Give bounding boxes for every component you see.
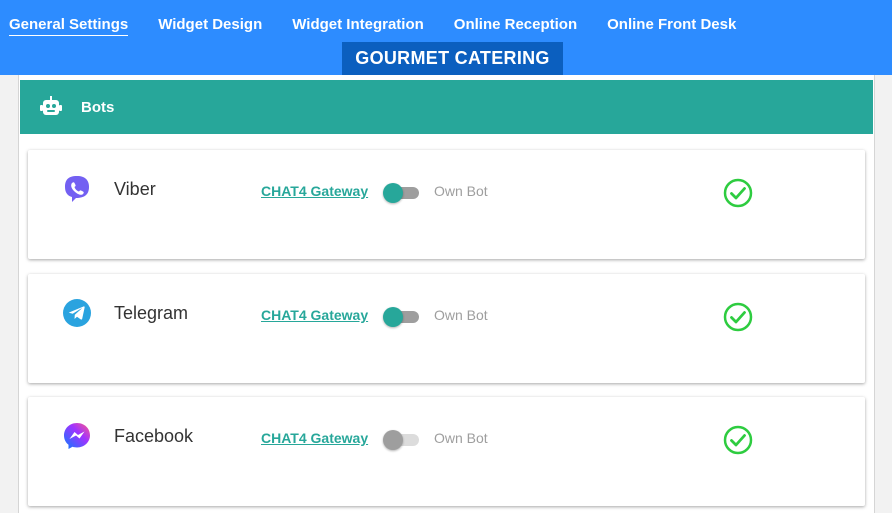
- bot-card-viber: Viber CHAT4 Gateway Own Bot: [28, 150, 865, 259]
- main-nav: General Settings Widget Design Widget In…: [0, 0, 757, 48]
- gateway-toggle[interactable]: [383, 430, 419, 450]
- nav-item-online-reception[interactable]: Online Reception: [454, 16, 577, 33]
- chat4-gateway-link[interactable]: CHAT4 Gateway: [261, 307, 368, 323]
- messenger-icon: [64, 423, 90, 449]
- viber-icon: [65, 176, 89, 202]
- bot-name: Facebook: [114, 426, 194, 446]
- bot-name: Viber: [114, 179, 156, 199]
- nav-item-widget-design[interactable]: Widget Design: [158, 16, 262, 33]
- own-bot-label: Own Bot: [434, 430, 488, 446]
- nav-item-online-front-desk[interactable]: Online Front Desk: [607, 16, 736, 33]
- bot-card-telegram: Telegram CHAT4 Gateway Own Bot: [28, 274, 865, 383]
- own-bot-label: Own Bot: [434, 183, 488, 199]
- nav-item-general-settings[interactable]: General Settings: [9, 16, 129, 36]
- nav-item-widget-integration[interactable]: Widget Integration: [292, 16, 424, 33]
- chat4-gateway-link[interactable]: CHAT4 Gateway: [261, 430, 368, 446]
- check-circle-icon: [723, 178, 753, 208]
- telegram-icon: [63, 299, 91, 327]
- section-title: Bots: [81, 98, 115, 116]
- top-navigation-bar: General Settings Widget Design Widget In…: [0, 0, 892, 75]
- bot-card-facebook: Facebook CHAT4 Gateway Own Bot: [28, 397, 865, 506]
- gateway-toggle[interactable]: [383, 183, 419, 203]
- company-name-badge: GOURMET CATERING: [342, 42, 563, 75]
- check-circle-icon: [723, 425, 753, 455]
- chat4-gateway-link[interactable]: CHAT4 Gateway: [261, 183, 368, 199]
- robot-icon: [40, 96, 62, 115]
- own-bot-label: Own Bot: [434, 307, 488, 323]
- bots-section-header: Bots: [20, 80, 873, 134]
- check-circle-icon: [723, 302, 753, 332]
- gateway-toggle[interactable]: [383, 307, 419, 327]
- bot-name: Telegram: [114, 303, 189, 323]
